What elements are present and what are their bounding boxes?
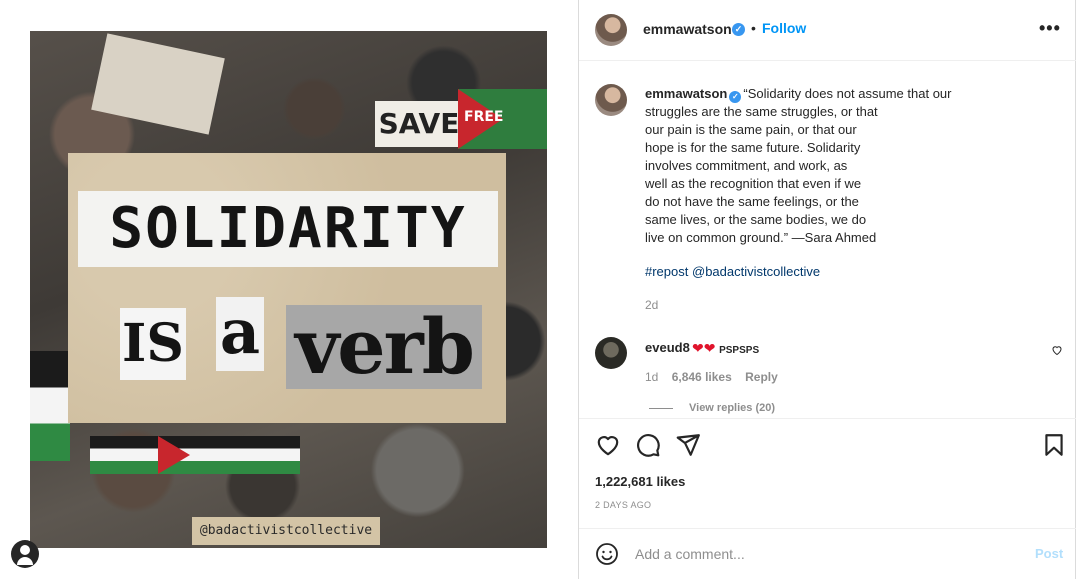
author-username[interactable]: emmawatson [643, 21, 732, 37]
post-side-panel: emmawatson ✓ • Follow ••• emmawatson ✓ “So… [578, 0, 1076, 579]
post-actions: 1,222,681 likes 2 DAYS AGO [579, 418, 1076, 528]
comment-item: eveud8 ❤❤ PSPSPS 1d 6,846 likes Reply [579, 334, 1076, 394]
comment-age[interactable]: 1d [645, 370, 658, 384]
comment-like-heart-icon[interactable] [1051, 344, 1063, 359]
caption-line: live on common ground.” —Sara Ahmed [645, 230, 877, 245]
author-avatar[interactable] [595, 14, 627, 46]
caption-line: hope is for the same future. Solidarity [645, 140, 861, 155]
protest-sign-save: SAVE [375, 101, 463, 147]
comment-text-tail: PSPSPS [719, 345, 760, 356]
commenter-avatar[interactable] [595, 337, 627, 369]
mention-link[interactable]: @badactivistcollective [692, 264, 820, 279]
likes-count[interactable]: 1,222,681 likes [595, 474, 685, 489]
hashtag-repost-link[interactable]: #repost [645, 264, 688, 279]
comment-reply-button[interactable]: Reply [745, 370, 778, 384]
caption-quote-line: “Solidarity does not assume that our [743, 86, 952, 101]
caption-username[interactable]: emmawatson [645, 86, 727, 101]
media-panel: SAVE FREE SOLIDARITY IS a verb @badactiv… [0, 0, 578, 579]
header-separator: • [751, 20, 756, 36]
profile-icon[interactable] [11, 540, 39, 568]
protest-sign-free-text: FREE [464, 109, 504, 125]
comment-likes-count[interactable]: 6,846 likes [672, 370, 732, 384]
protest-sign-photo [91, 33, 225, 135]
collage-word-verb: verb [286, 305, 482, 389]
caption-line: involves commitment, and work, as [645, 158, 848, 173]
save-bookmark-icon[interactable] [1041, 432, 1067, 458]
caption-tags: #repost @badactivistcollective [645, 264, 820, 279]
collage-word-is: IS [120, 308, 186, 380]
share-paper-plane-icon[interactable] [675, 432, 701, 458]
palestine-flag [30, 351, 70, 461]
caption-line: our pain is the same pain, or that our [645, 122, 857, 137]
commenter-username[interactable]: eveud8 [645, 340, 690, 355]
flag-banner [90, 436, 300, 474]
add-comment-bar: Post [579, 528, 1076, 579]
caption-text: emmawatson ✓ “Solidarity does not assume t… [645, 85, 985, 247]
caption-line: struggles are the same struggles, or tha… [645, 104, 878, 119]
flag-banner-triangle [158, 436, 190, 474]
collage-word-solidarity: SOLIDARITY [78, 191, 498, 267]
comment-input[interactable] [635, 543, 1015, 565]
image-watermark: @badactivistcollective [192, 517, 380, 545]
post-image[interactable]: SAVE FREE SOLIDARITY IS a verb @badactiv… [30, 31, 547, 548]
caption-line: well as the recognition that even if we [645, 176, 862, 191]
post-header: emmawatson ✓ • Follow ••• [579, 0, 1076, 61]
caption-author-avatar[interactable] [595, 84, 627, 116]
follow-button[interactable]: Follow [762, 20, 806, 36]
view-replies-button[interactable]: View replies (20) [649, 402, 775, 414]
comment-text: ❤❤ PSPSPS [692, 340, 759, 357]
caption-line: same lives, or the same bodies, we do [645, 212, 867, 227]
caption-timestamp[interactable]: 2d [645, 298, 658, 312]
caption-area: emmawatson ✓ “Solidarity does not assume t… [579, 62, 1076, 418]
caption-line-1: emmawatson ✓ “Solidarity does not assume t… [645, 85, 985, 103]
post-comment-button[interactable]: Post [1035, 546, 1063, 561]
verified-badge-icon: ✓ [732, 23, 745, 36]
collage-word-a: a [216, 297, 264, 371]
caption-verified-badge-icon: ✓ [729, 91, 742, 103]
emoji-smiley-icon[interactable] [595, 542, 619, 566]
caption-line: do not have the same feelings, or the [645, 194, 859, 209]
protest-sign-free: FREE [458, 89, 547, 149]
comment-bubble-icon[interactable] [635, 432, 661, 458]
post-date[interactable]: 2 DAYS AGO [595, 500, 651, 510]
more-options-icon[interactable]: ••• [1039, 18, 1061, 39]
comment-meta: 1d 6,846 likes Reply [645, 370, 788, 384]
heart-emoji-icon: ❤❤ [692, 340, 716, 356]
like-heart-icon[interactable] [595, 432, 621, 458]
